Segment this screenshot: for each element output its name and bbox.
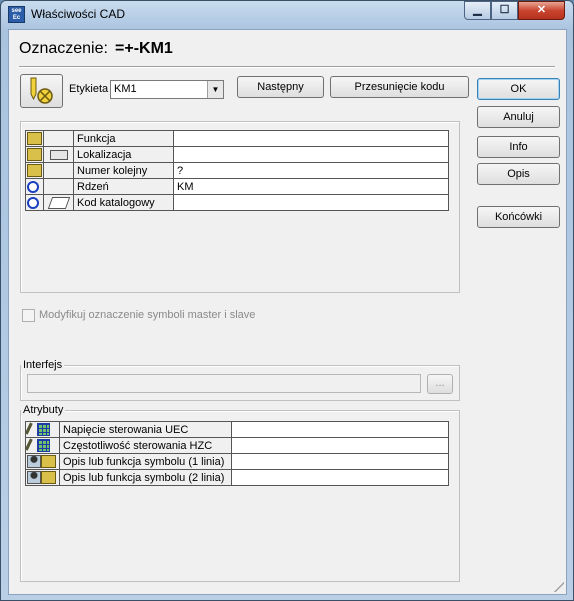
table-icon [37,439,50,452]
tag-combobox[interactable]: KM1 ▼ [110,80,224,99]
property-row[interactable]: Numer kolejny? [25,162,449,179]
next-button[interactable]: Następny [237,76,324,98]
symbol-text-icon [41,455,56,468]
close-button[interactable]: ✕ [518,1,565,20]
property-value[interactable] [173,194,449,211]
property-value[interactable]: ? [173,162,449,179]
tag-value: KM1 [114,83,137,95]
designation-label: Oznaczenie: [19,40,108,57]
property-row[interactable]: Rdzeń KM [25,178,449,195]
property-name: Rdzeń [73,178,174,195]
attribute-name: Napięcie sterowania UEC [59,421,232,438]
person-icon [27,455,41,468]
property-value[interactable] [173,146,449,163]
terminals-button[interactable]: Końcówki [477,206,560,228]
interface-title: Interfejs [21,359,65,371]
property-name: Funkcja [73,130,174,147]
attribute-value[interactable] [231,469,449,486]
attribute-row[interactable]: Opis lub funkcja symbolu (2 linia) [25,469,449,486]
attribute-name: Częstotliwość sterowania HZC [59,437,232,454]
attribute-value[interactable] [231,421,449,438]
properties-table: Funkcja Lokalizacja Numer kolejny? Rdzeń KM K… [25,130,449,211]
tag-label: Etykieta [69,83,109,95]
symbol-text-icon [41,471,56,484]
interface-browse-button[interactable]: ... [427,374,453,394]
properties-window: see Ec Właściwości CAD ▁ ☐ ✕ Oznaczenie: … [0,0,574,601]
description-button[interactable]: Opis [477,163,560,185]
attribute-value[interactable] [231,437,449,454]
symbol-icon [27,164,42,177]
attributes-group: Atrybuty Napięcie sterowania UEC Częstotl… [20,404,460,582]
modify-designation-checkbox[interactable] [22,309,35,322]
pencil-symbol-icon [30,77,53,104]
property-value[interactable] [173,130,449,147]
attributes-title: Atrybuty [21,404,66,416]
header-separator [19,66,555,68]
circle-icon [27,196,39,209]
symbol-icon [27,148,42,161]
property-name: Lokalizacja [73,146,174,163]
symbol-icon [27,132,42,145]
attribute-name: Opis lub funkcja symbolu (1 linia) [59,453,232,470]
ok-button[interactable]: OK [477,78,560,100]
info-button[interactable]: Info [477,136,560,158]
property-name: Kod katalogowy [73,194,174,211]
person-icon [27,471,41,484]
table-icon [37,423,50,436]
properties-group: Funkcja Lokalizacja Numer kolejny? Rdzeń KM K… [20,121,460,293]
minimize-button[interactable]: ▁ [464,1,491,20]
attribute-row[interactable]: Opis lub funkcja symbolu (1 linia) [25,453,449,470]
window-title: Właściwości CAD [31,7,126,21]
symbol-tool-button[interactable] [20,74,63,108]
property-name: Numer kolejny [73,162,174,179]
attribute-row[interactable]: Częstotliwość sterowania HZC [25,437,449,454]
modify-designation-label: Modyfikuj oznaczenie symboli master i sl… [39,309,256,321]
chevron-down-icon[interactable]: ▼ [207,81,223,98]
attribute-name: Opis lub funkcja symbolu (2 linia) [59,469,232,486]
interface-field[interactable] [27,374,421,393]
resize-grip[interactable] [554,582,564,592]
device-icon [49,149,68,160]
maximize-button[interactable]: ☐ [491,1,518,20]
dialog-body: Oznaczenie: =+-KM1 Etykieta KM1 ▼ Następ… [8,29,567,595]
property-value[interactable]: KM [173,178,449,195]
see-app-icon: see Ec [8,6,25,23]
designation-value: =+-KM1 [115,40,173,57]
property-row[interactable]: Kod katalogowy [25,194,449,211]
attribute-value[interactable] [231,453,449,470]
attribute-row[interactable]: Napięcie sterowania UEC [25,421,449,438]
cancel-button[interactable]: Anuluj [477,106,560,128]
title-bar[interactable]: see Ec Właściwości CAD ▁ ☐ ✕ [1,1,573,27]
book-icon [47,196,70,209]
attributes-table: Napięcie sterowania UEC Częstotliwość ste… [25,421,449,486]
shift-code-button[interactable]: Przesunięcie kodu [330,76,469,98]
property-row[interactable]: Lokalizacja [25,146,449,163]
property-row[interactable]: Funkcja [25,130,449,147]
circle-icon [27,180,39,193]
